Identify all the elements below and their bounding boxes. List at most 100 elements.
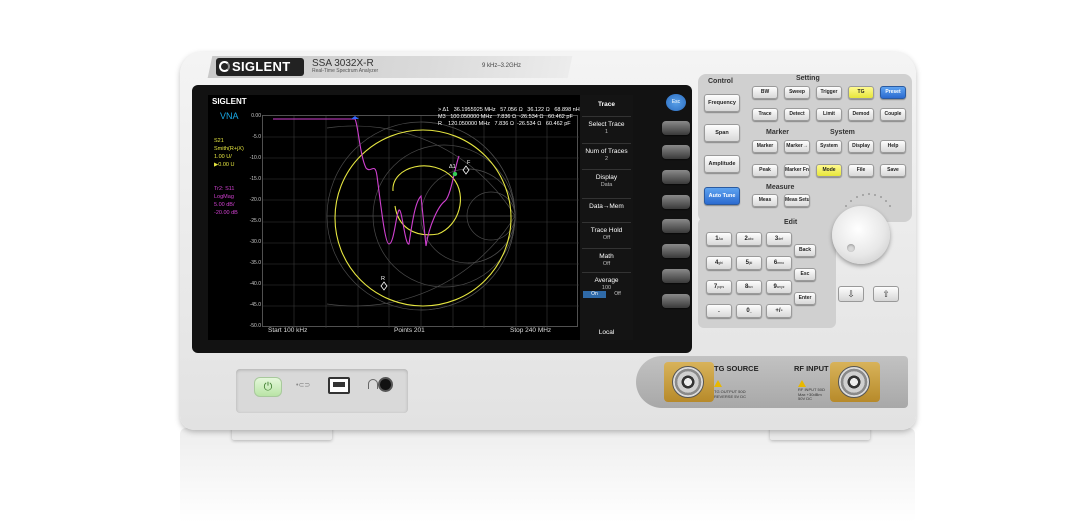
menu-item-label: Data→Mem	[589, 203, 624, 210]
amplitude-key[interactable]: Amplitude	[704, 155, 740, 173]
setting-key-0[interactable]: BW	[752, 86, 778, 99]
model-subtitle: Real-Time Spectrum Analyzer	[312, 68, 379, 74]
menu-item[interactable]: Math Off	[580, 253, 633, 267]
menu-item[interactable]: Data→Mem	[580, 203, 633, 211]
numpad-letters: mno	[777, 261, 785, 265]
numpad-key-5[interactable]: 5jkl	[736, 256, 762, 270]
measure-key-0[interactable]: Meas	[752, 194, 778, 207]
frequency-key[interactable]: Frequency	[704, 94, 740, 112]
menu-title: Trace	[598, 101, 615, 108]
system-key-2[interactable]: Help	[880, 140, 906, 153]
menu-item-label: Select Trace	[588, 121, 625, 128]
edit-side-key-1[interactable]: Esc	[794, 268, 816, 281]
softkey-button[interactable]	[662, 170, 690, 184]
y-tick-label: -40.0	[249, 281, 261, 287]
setting-key-4[interactable]: Preset	[880, 86, 906, 99]
span-key[interactable]: Span	[704, 124, 740, 142]
y-tick-label: 0.00	[251, 113, 261, 119]
system-row2-key-2[interactable]: Save	[880, 164, 906, 177]
y-tick-label: -10.0	[249, 155, 261, 161]
setting-row2-key-4[interactable]: Couple	[880, 108, 906, 121]
numpad-key-2[interactable]: 2abc	[736, 232, 762, 246]
marker-row2-key-0[interactable]: Peak	[752, 164, 778, 177]
system-key-1[interactable]: Display	[848, 140, 874, 153]
numpad-key-7[interactable]: 7pqrs	[706, 280, 732, 294]
numpad-key-3[interactable]: 3def	[766, 232, 792, 246]
rotary-knob[interactable]	[832, 206, 890, 264]
softkey-button[interactable]	[662, 269, 690, 283]
menu-item[interactable]: Num of Traces 2	[580, 148, 633, 162]
numpad-key-4[interactable]: 4ghi	[706, 256, 732, 270]
trace2-info: LogMag	[214, 194, 234, 200]
numpad-key-.[interactable]: .	[706, 304, 732, 318]
menu-item[interactable]: Display Data	[580, 174, 633, 188]
marker-key-0[interactable]: Marker	[752, 140, 778, 153]
rf-input-connector[interactable]	[838, 366, 870, 398]
marker-row: R 120.050000 MHz 7.836 Ω -26.534 Ω 60.46…	[438, 121, 571, 127]
numpad-key-1[interactable]: 1Aa	[706, 232, 732, 246]
power-button[interactable]: ⏻	[254, 377, 282, 397]
average-on[interactable]: On	[583, 291, 606, 298]
softkey-button[interactable]	[662, 244, 690, 258]
edit-section-label: Edit	[784, 219, 798, 226]
softkey-button[interactable]	[662, 195, 690, 209]
edit-side-key-0[interactable]: Back	[794, 244, 816, 257]
setting-key-3[interactable]: TG	[848, 86, 874, 99]
usb-port[interactable]	[328, 377, 350, 394]
numpad-letters: tuv	[748, 285, 753, 289]
measure-key-1[interactable]: Meas Setup	[784, 194, 810, 207]
traces	[273, 118, 512, 307]
marker-row2-key-1[interactable]: Marker Fn	[784, 164, 810, 177]
menu-item[interactable]: Trace Hold Off	[580, 227, 633, 241]
auto-tune-key[interactable]: Auto Tune	[704, 187, 740, 205]
arrow-up-key[interactable]: ⇧	[873, 286, 899, 302]
softkey-button[interactable]	[662, 145, 690, 159]
numpad-key-+/-[interactable]: +/-	[766, 304, 792, 318]
numpad-letters: def	[778, 237, 784, 241]
numpad-key-0[interactable]: 0_	[736, 304, 762, 318]
menu-item-value: Data	[600, 181, 613, 188]
setting-row2-key-0[interactable]: Trace	[752, 108, 778, 121]
numpad-key-6[interactable]: 6mno	[766, 256, 792, 270]
menu-item[interactable]: Select Trace 1	[580, 121, 633, 135]
trace2-info: 5.00 dB/	[214, 202, 235, 208]
menu-item-label: Num of Traces	[585, 148, 628, 155]
trace1-info: S21	[214, 138, 224, 144]
softkey-button[interactable]	[662, 219, 690, 233]
rf-input-label: RF INPUT	[794, 364, 829, 373]
menu-footer[interactable]: Local	[580, 329, 633, 337]
system-row2-key-1[interactable]: File	[848, 164, 874, 177]
setting-row2-key-1[interactable]: Detect	[784, 108, 810, 121]
start-frequency: Start 100 kHz	[268, 327, 308, 334]
numpad-key-8[interactable]: 8tuv	[736, 280, 762, 294]
system-key-0[interactable]: System	[816, 140, 842, 153]
menu-separator	[582, 248, 631, 249]
tg-source-label: TG SOURCE	[714, 364, 759, 373]
trace-magenta	[273, 118, 460, 247]
average-toggle[interactable]: On Off	[583, 291, 629, 298]
setting-key-2[interactable]: Trigger	[816, 86, 842, 99]
numpad-letters: wxyz	[776, 285, 785, 289]
numpad-key-9[interactable]: 9wxyz	[766, 280, 792, 294]
menu-item-label: Trace Hold	[590, 227, 623, 234]
tg-source-connector[interactable]	[672, 366, 704, 398]
system-row2-key-0[interactable]: Mode	[816, 164, 842, 177]
menu-item[interactable]: Average 100	[580, 277, 633, 291]
average-off[interactable]: Off	[606, 291, 629, 298]
marker-f-label: F	[467, 160, 471, 166]
setting-row2-key-2[interactable]: Limit	[816, 108, 842, 121]
edit-side-key-2[interactable]: Enter	[794, 292, 816, 305]
setting-row2-key-3[interactable]: Demod	[848, 108, 874, 121]
arrow-down-key[interactable]: ⇩	[838, 286, 864, 302]
trace2-info: -20.00 dB	[214, 210, 238, 216]
headphone-jack[interactable]	[378, 377, 393, 392]
numpad-digit: +/-	[775, 308, 783, 314]
y-tick-label: -30.0	[249, 239, 261, 245]
setting-key-1[interactable]: Sweep	[784, 86, 810, 99]
marker-row: M3 100.050000 MHz 7.836 Ω -26.534 Ω 60.4…	[438, 114, 573, 120]
usb-icon: •⊂⊃	[296, 382, 311, 389]
softkey-button[interactable]	[662, 294, 690, 308]
marker-key-1[interactable]: Marker→	[784, 140, 810, 153]
softkey-button[interactable]	[662, 121, 690, 135]
esc-button[interactable]: Esc	[666, 94, 686, 111]
